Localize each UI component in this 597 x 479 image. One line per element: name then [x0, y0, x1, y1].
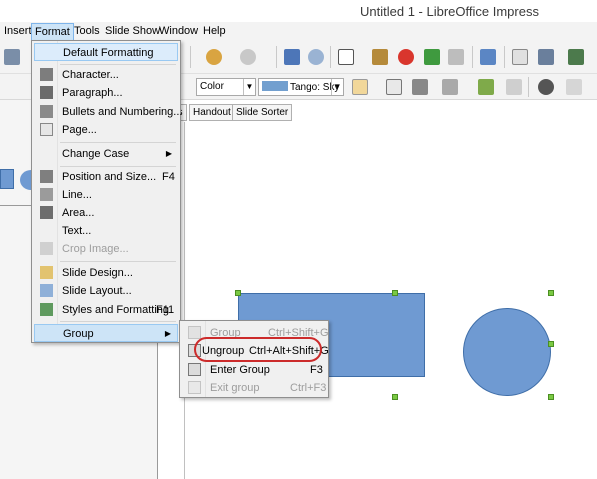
- selection-handle[interactable]: [548, 394, 554, 400]
- group-submenu: Group Ctrl+Shift+G Ungroup Ctrl+Alt+Shif…: [179, 320, 329, 398]
- chart-icon[interactable]: [398, 49, 414, 65]
- fill-style-value: Color: [200, 81, 224, 92]
- shadow-icon[interactable]: [352, 79, 368, 95]
- title-bar: Untitled 1 - LibreOffice Impress: [0, 0, 597, 22]
- menu-item-ungroup[interactable]: Ungroup Ctrl+Alt+Shift+G: [182, 342, 329, 360]
- menu-item-position-size[interactable]: Position and Size... F4: [34, 168, 178, 186]
- menu-tools[interactable]: Tools: [74, 25, 100, 37]
- menu-item-slide-layout[interactable]: Slide Layout...: [34, 282, 178, 300]
- tab-slide-sorter[interactable]: Slide Sorter: [232, 104, 293, 121]
- display-icon[interactable]: [538, 49, 554, 65]
- menu-item-group[interactable]: Group ▶: [34, 324, 178, 342]
- menu-bar: Insert Format Tools Slide Show Window He…: [0, 22, 597, 40]
- image-icon[interactable]: [372, 49, 388, 65]
- page-icon: [40, 123, 53, 136]
- undo-icon[interactable]: [206, 49, 222, 65]
- circle-shape[interactable]: [463, 308, 551, 396]
- fontwork-icon[interactable]: [448, 49, 464, 65]
- fill-color-select[interactable]: Tango: Sky ▼: [258, 78, 344, 96]
- glue-icon[interactable]: [506, 79, 522, 95]
- ungroup-icon: [188, 344, 201, 357]
- menu-item-change-case[interactable]: Change Case ▶: [34, 145, 178, 163]
- crop-icon[interactable]: [538, 79, 554, 95]
- styles-icon: [40, 303, 53, 316]
- redo-icon[interactable]: [240, 49, 256, 65]
- menu-slide-show[interactable]: Slide Show: [105, 25, 160, 37]
- menu-item-character[interactable]: Character...: [34, 66, 178, 84]
- navigator-icon[interactable]: [512, 49, 528, 65]
- format-menu: Default Formatting Character... Paragrap…: [31, 40, 182, 343]
- selection-handle[interactable]: [392, 290, 398, 296]
- zoom-icon[interactable]: [308, 49, 324, 65]
- movie-icon[interactable]: [424, 49, 440, 65]
- save-icon[interactable]: [4, 49, 20, 65]
- table-icon[interactable]: [338, 49, 354, 65]
- menu-item-exit-group[interactable]: Exit group Ctrl+F3: [182, 379, 326, 397]
- menu-item-text[interactable]: Text...: [34, 222, 178, 240]
- chevron-down-icon: ▼: [243, 79, 255, 95]
- enter-group-icon: [188, 363, 201, 376]
- submenu-arrow-icon: ▶: [165, 149, 172, 158]
- selection-handle[interactable]: [548, 341, 554, 347]
- filter-icon[interactable]: [566, 79, 582, 95]
- menu-insert[interactable]: Insert: [4, 25, 32, 37]
- selection-handle[interactable]: [392, 394, 398, 400]
- arrange-icon[interactable]: [442, 79, 458, 95]
- line-icon: [40, 188, 53, 201]
- extrusion-icon[interactable]: [478, 79, 494, 95]
- color-swatch: [262, 81, 288, 91]
- menu-item-paragraph[interactable]: Paragraph...: [34, 84, 178, 102]
- submenu-arrow-icon: ▶: [164, 329, 171, 338]
- menu-item-line[interactable]: Line...: [34, 186, 178, 204]
- spellcheck-icon[interactable]: [284, 49, 300, 65]
- chevron-down-icon: ▼: [331, 79, 343, 95]
- menu-item-styles-formatting[interactable]: Styles and Formatting F11: [34, 301, 178, 319]
- crop-icon: [40, 242, 53, 255]
- menu-item-default-formatting[interactable]: Default Formatting: [34, 43, 178, 61]
- bullets-icon: [40, 105, 53, 118]
- align-icon[interactable]: [412, 79, 428, 95]
- paragraph-icon: [40, 86, 53, 99]
- group-icon: [188, 326, 201, 339]
- menu-help[interactable]: Help: [203, 25, 226, 37]
- selection-handle[interactable]: [235, 290, 241, 296]
- character-icon: [40, 68, 53, 81]
- menu-item-crop-image[interactable]: Crop Image...: [34, 240, 178, 258]
- menu-format[interactable]: Format: [31, 23, 74, 40]
- area-icon: [40, 206, 53, 219]
- menu-item-area[interactable]: Area...: [34, 204, 178, 222]
- rotate-icon[interactable]: [386, 79, 402, 95]
- slide-layout-icon: [40, 284, 53, 297]
- hyperlink-icon[interactable]: [480, 49, 496, 65]
- selection-handle[interactable]: [548, 290, 554, 296]
- menu-item-enter-group[interactable]: Enter Group F3: [182, 361, 326, 379]
- slideshow-icon[interactable]: [568, 49, 584, 65]
- window-title: Untitled 1 - LibreOffice Impress: [360, 4, 539, 19]
- exit-group-icon: [188, 381, 201, 394]
- position-size-icon: [40, 170, 53, 183]
- menu-item-bullets-numbering[interactable]: Bullets and Numbering...: [34, 103, 182, 121]
- fill-style-select[interactable]: Color ▼: [196, 78, 256, 96]
- slide-design-icon: [40, 266, 53, 279]
- slide-thumbnail-shape: [0, 169, 14, 189]
- menu-window[interactable]: Window: [159, 25, 198, 37]
- menu-item-page[interactable]: Page...: [34, 121, 178, 139]
- tab-handout[interactable]: Handout: [189, 104, 235, 121]
- menu-item-group-disabled[interactable]: Group Ctrl+Shift+G: [182, 324, 329, 342]
- menu-item-slide-design[interactable]: Slide Design...: [34, 264, 178, 282]
